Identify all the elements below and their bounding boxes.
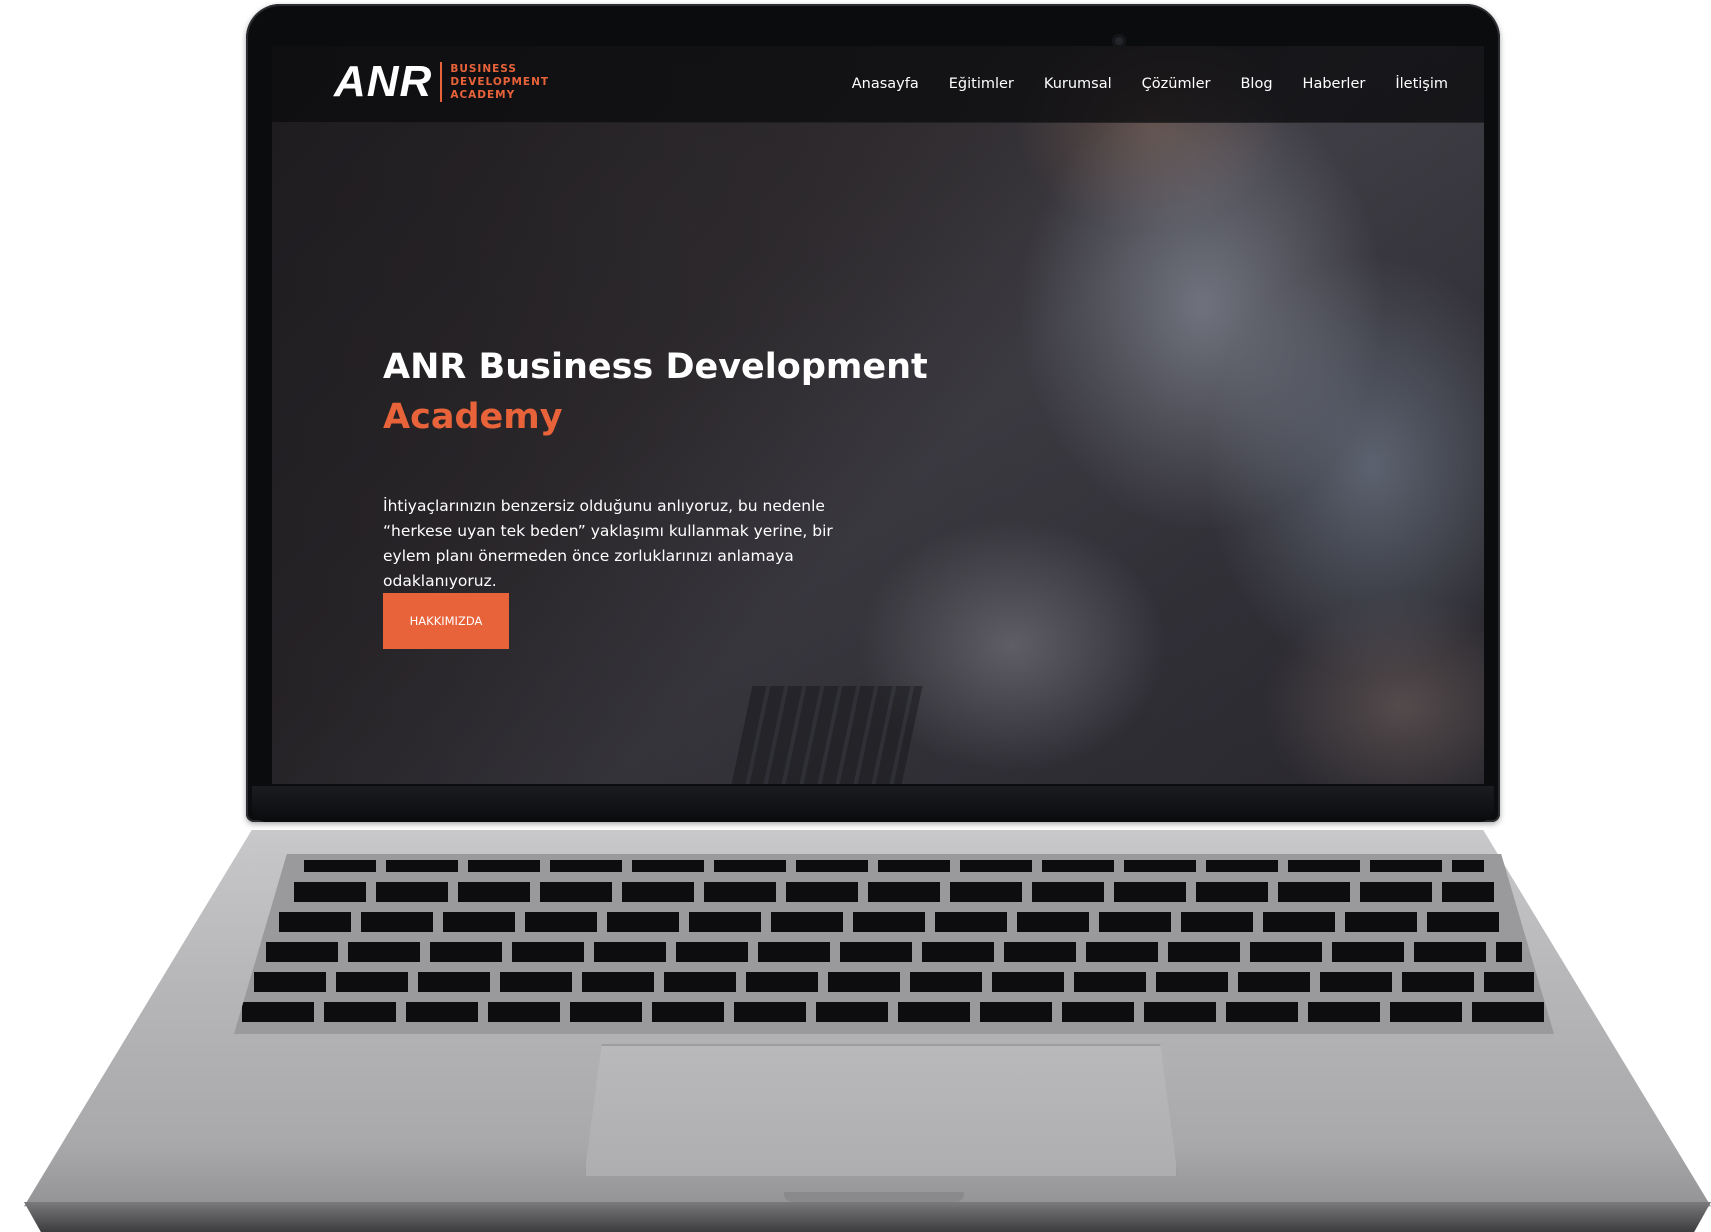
hero-title-line1: ANR Business Development [383,347,928,387]
nav-item-blog[interactable]: Blog [1240,76,1272,92]
laptop-hinge [252,786,1494,822]
logo-subtitle: BUSINESS DEVELOPMENT ACADEMY [450,63,549,102]
keyboard-row [294,882,1494,902]
main-nav: Anasayfa Eğitimler Kurumsal Çözümler Blo… [852,46,1448,122]
lid-notch [784,1192,964,1202]
nav-item-haberler[interactable]: Haberler [1303,76,1366,92]
site-header: ANR BUSINESS DEVELOPMENT ACADEMY Anasayf… [272,46,1484,123]
keyboard [234,854,1554,1034]
logo-line-business: BUSINESS [450,62,517,75]
keyboard-row [254,972,1534,992]
keyboard-row [304,860,1484,872]
hero-title-accent: Academy [383,397,563,437]
nav-item-kurumsal[interactable]: Kurumsal [1044,76,1112,92]
logo-mark: ANR [334,57,433,106]
logo-line-academy: ACADEMY [450,88,516,101]
logo-line-development: DEVELOPMENT [450,75,550,88]
hero-section: ANR Business Development Academy İhtiyaç… [383,342,943,610]
laptop-base [24,830,1711,1232]
about-button[interactable]: HAKKIMIZDA [383,593,509,649]
laptop-mockup: ANR BUSINESS DEVELOPMENT ACADEMY Anasayf… [0,0,1711,1232]
logo-divider [440,62,443,102]
keyboard-row [242,1002,1546,1022]
keyboard-row [279,912,1509,932]
nav-item-iletisim[interactable]: İletişim [1395,76,1448,92]
brand-logo[interactable]: ANR BUSINESS DEVELOPMENT ACADEMY [334,56,549,108]
laptop-front-edge [24,1202,1711,1232]
nav-item-egitimler[interactable]: Eğitimler [949,76,1014,92]
nav-item-anasayfa[interactable]: Anasayfa [852,76,919,92]
hero-description: İhtiyaçlarınızın benzersiz olduğunu anlı… [383,497,833,590]
keyboard-row [266,942,1522,962]
nav-item-cozumler[interactable]: Çözümler [1142,76,1211,92]
hero-title: ANR Business Development Academy [383,342,943,442]
laptop-screen: ANR BUSINESS DEVELOPMENT ACADEMY Anasayf… [272,46,1484,784]
trackpad [584,1044,1178,1178]
